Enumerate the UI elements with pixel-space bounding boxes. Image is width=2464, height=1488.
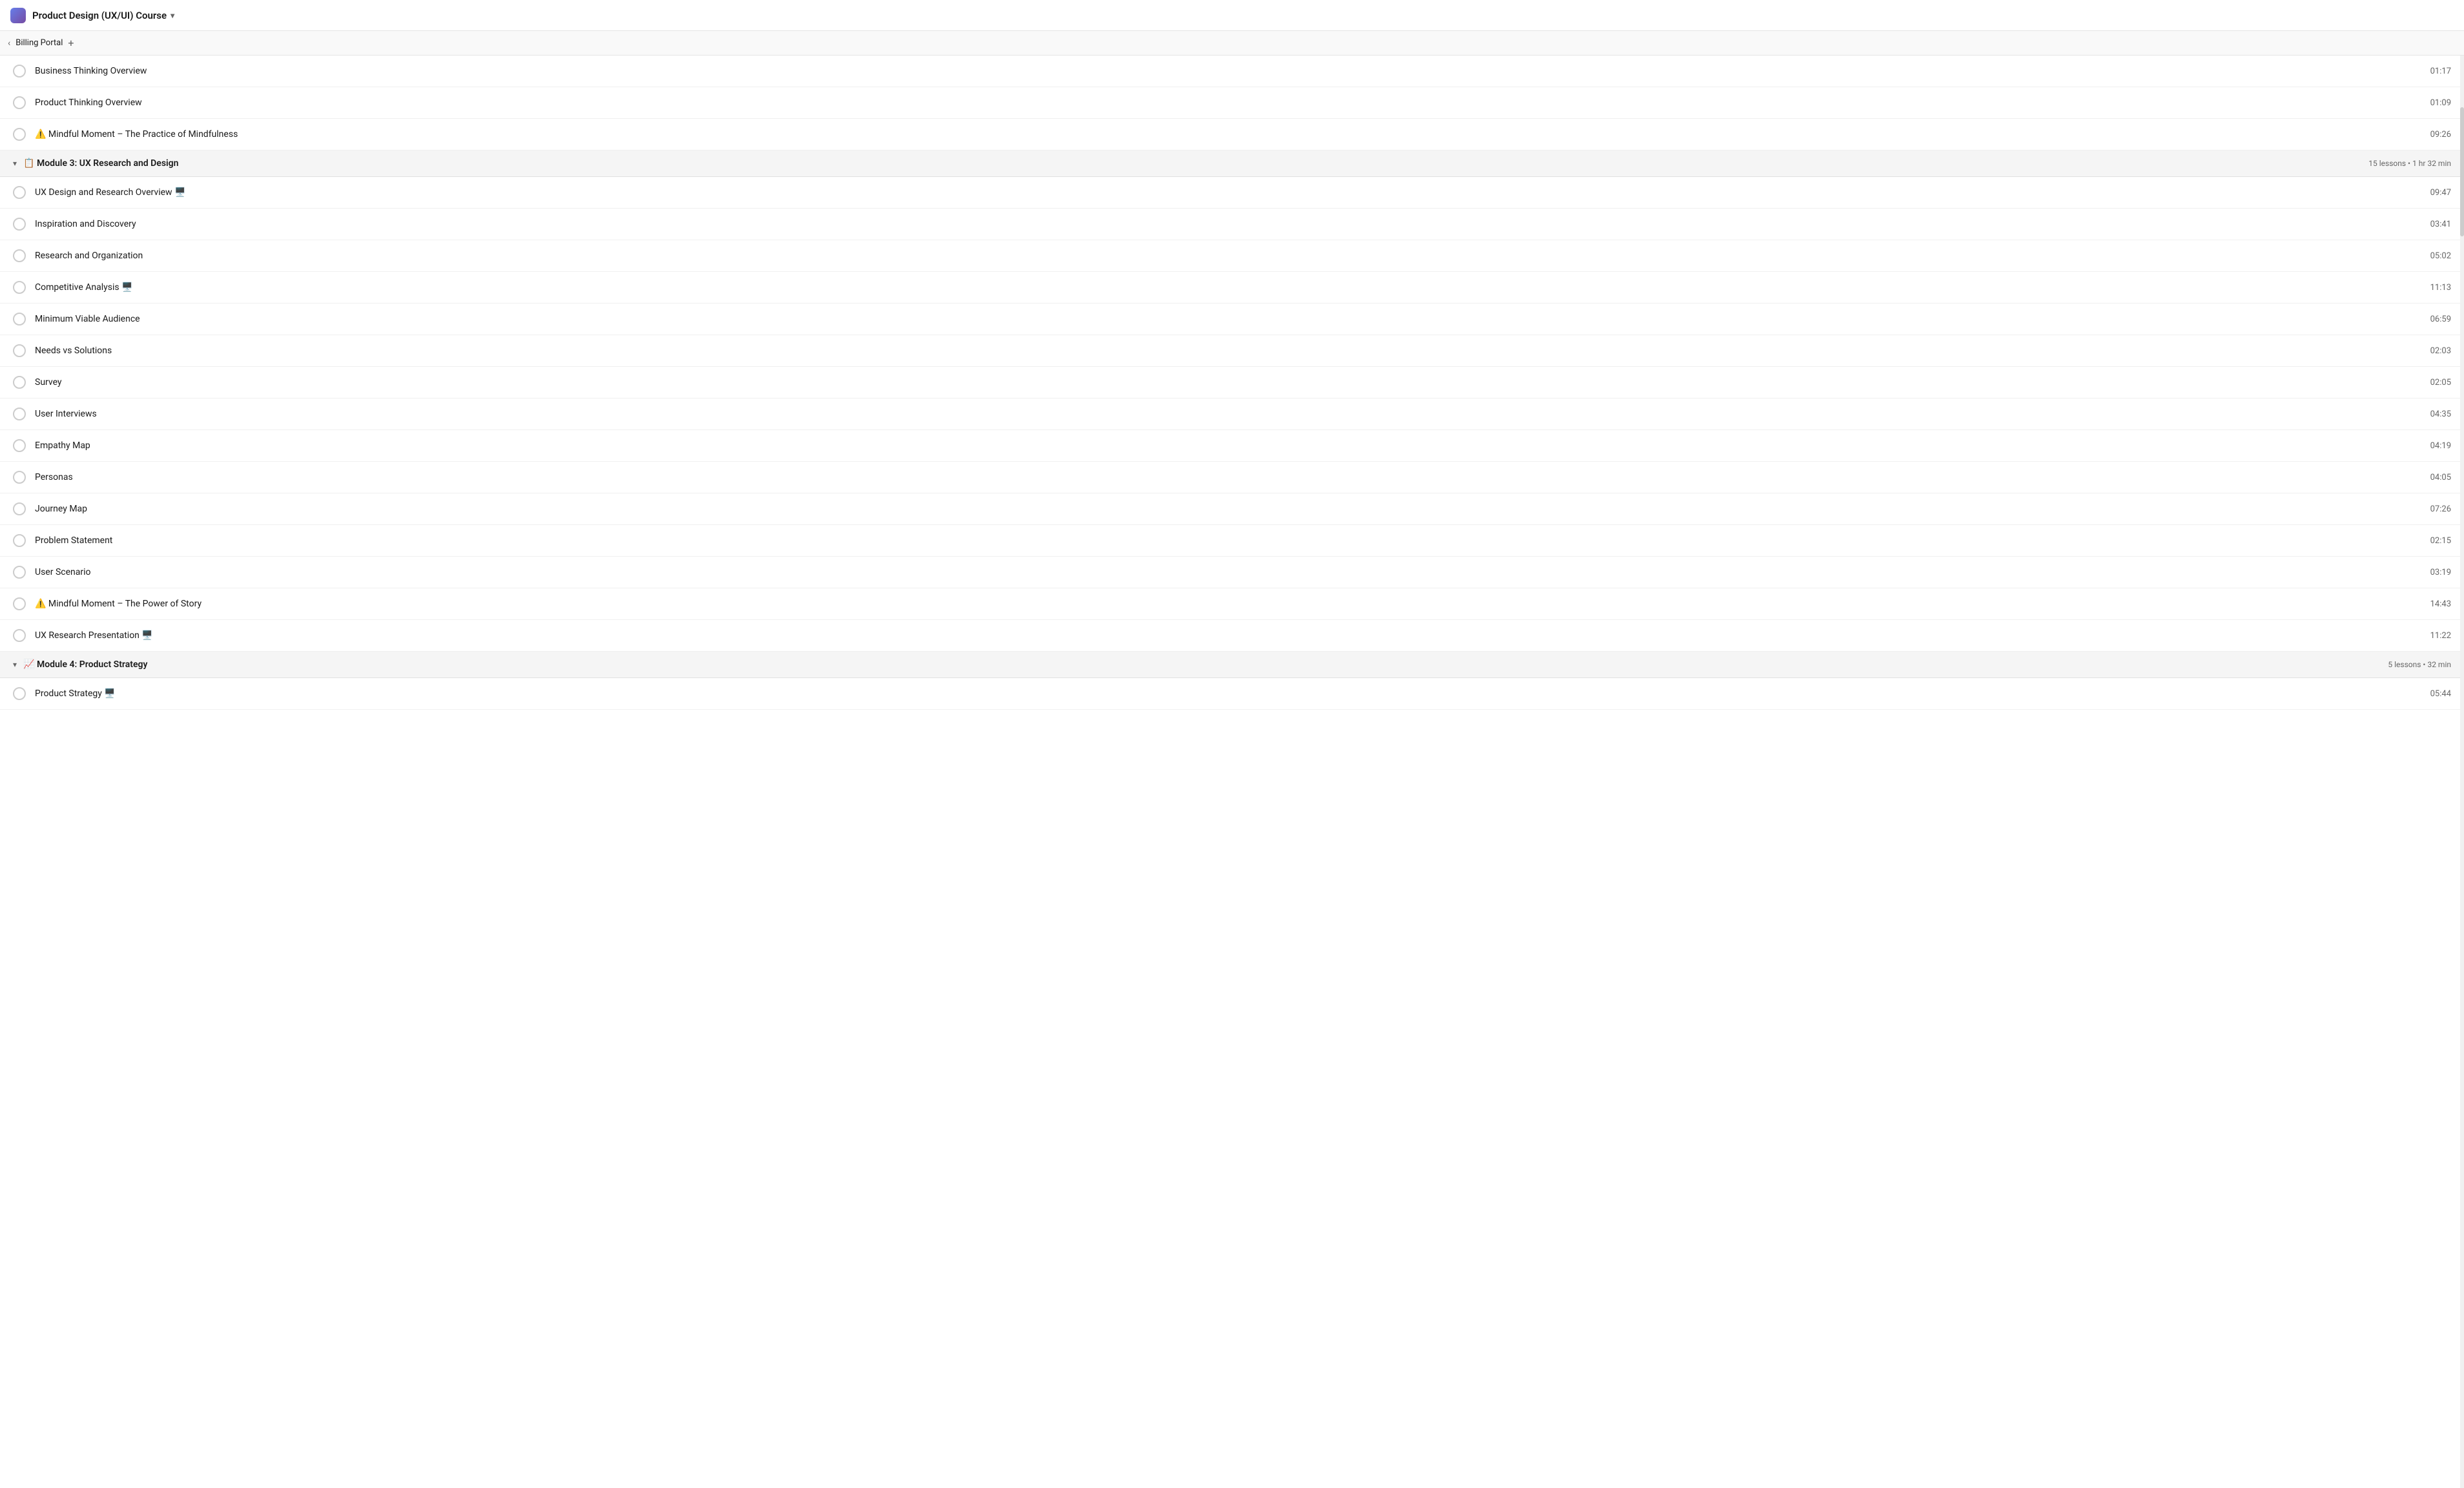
- app-icon: [10, 8, 26, 23]
- lesson-title: Needs vs Solutions: [35, 346, 2418, 356]
- list-item[interactable]: UX Design and Research Overview 🖥️ 09:47: [0, 177, 2464, 209]
- lesson-title: User Scenario: [35, 567, 2418, 577]
- list-item[interactable]: Product Thinking Overview 01:09: [0, 87, 2464, 119]
- lesson-duration: 11:13: [2428, 283, 2451, 293]
- lesson-title: Minimum Viable Audience: [35, 314, 2418, 324]
- lesson-title: UX Research Presentation 🖥️: [35, 630, 2418, 641]
- list-item[interactable]: Competitive Analysis 🖥️ 11:13: [0, 272, 2464, 304]
- billing-portal-tab[interactable]: Billing Portal: [16, 38, 63, 48]
- scrollbar-thumb[interactable]: [2460, 107, 2464, 236]
- list-item[interactable]: Product Strategy 🖥️ 05:44: [0, 678, 2464, 710]
- list-item[interactable]: Research and Organization 05:02: [0, 240, 2464, 272]
- list-item[interactable]: ⚠️ Mindful Moment – The Practice of Mind…: [0, 119, 2464, 150]
- lesson-title: Empathy Map: [35, 440, 2418, 451]
- lesson-completion-circle: [13, 566, 26, 579]
- list-item[interactable]: Personas 04:05: [0, 462, 2464, 493]
- lesson-duration: 02:05: [2428, 378, 2451, 388]
- module-collapse-icon: ▾: [13, 660, 17, 669]
- lesson-completion-circle: [13, 376, 26, 389]
- lesson-completion-circle: [13, 687, 26, 700]
- list-item[interactable]: Business Thinking Overview 01:17: [0, 56, 2464, 87]
- list-item[interactable]: UX Research Presentation 🖥️ 11:22: [0, 620, 2464, 652]
- list-item[interactable]: User Scenario 03:19: [0, 557, 2464, 588]
- lesson-duration: 07:26: [2428, 504, 2451, 514]
- list-item[interactable]: Inspiration and Discovery 03:41: [0, 209, 2464, 240]
- lesson-duration: 14:43: [2428, 599, 2451, 609]
- lesson-duration: 04:05: [2428, 473, 2451, 482]
- lesson-title: Product Thinking Overview: [35, 98, 2418, 108]
- lesson-title: UX Design and Research Overview 🖥️: [35, 187, 2418, 198]
- scrollbar-track[interactable]: [2460, 56, 2464, 1488]
- list-item[interactable]: Journey Map 07:26: [0, 493, 2464, 525]
- lesson-duration: 09:47: [2428, 188, 2451, 198]
- lesson-duration: 04:19: [2428, 441, 2451, 451]
- lesson-completion-circle: [13, 218, 26, 231]
- lesson-title: Journey Map: [35, 504, 2418, 514]
- module-4-header[interactable]: ▾ 📈 Module 4: Product Strategy 5 lessons…: [0, 652, 2464, 678]
- list-item[interactable]: Problem Statement 02:15: [0, 525, 2464, 557]
- lesson-title: ⚠️ Mindful Moment – The Power of Story: [35, 599, 2418, 609]
- lesson-completion-circle: [13, 186, 26, 199]
- lesson-title: Competitive Analysis 🖥️: [35, 282, 2418, 293]
- lesson-completion-circle: [13, 344, 26, 357]
- lesson-title: User Interviews: [35, 409, 2418, 419]
- lesson-title: Problem Statement: [35, 535, 2418, 546]
- list-item[interactable]: ⚠️ Mindful Moment – The Power of Story 1…: [0, 588, 2464, 620]
- add-tab-button[interactable]: +: [68, 37, 74, 49]
- lesson-completion-circle: [13, 128, 26, 141]
- course-title[interactable]: Product Design (UX/UI) Course ▾: [32, 10, 174, 21]
- lesson-duration: 05:44: [2428, 689, 2451, 699]
- lesson-duration: 01:17: [2428, 67, 2451, 76]
- list-item[interactable]: Survey 02:05: [0, 367, 2464, 398]
- module-3-title: 📋 Module 3: UX Research and Design: [23, 158, 2368, 169]
- lesson-duration: 02:15: [2428, 536, 2451, 546]
- lesson-completion-circle: [13, 249, 26, 262]
- list-item[interactable]: User Interviews 04:35: [0, 398, 2464, 430]
- lesson-completion-circle: [13, 281, 26, 294]
- lesson-duration: 05:02: [2428, 251, 2451, 261]
- lesson-duration: 09:26: [2428, 130, 2451, 140]
- lesson-title: ⚠️ Mindful Moment – The Practice of Mind…: [35, 129, 2418, 140]
- lesson-completion-circle: [13, 597, 26, 610]
- lesson-duration: 04:35: [2428, 409, 2451, 419]
- module-3-meta: 15 lessons • 1 hr 32 min: [2368, 159, 2451, 168]
- course-title-text: Product Design (UX/UI) Course: [32, 10, 167, 21]
- lesson-completion-circle: [13, 629, 26, 642]
- lesson-completion-circle: [13, 534, 26, 547]
- lesson-title: Personas: [35, 472, 2418, 482]
- breadcrumb-bar: ‹ Billing Portal +: [0, 31, 2464, 56]
- module-3-header[interactable]: ▾ 📋 Module 3: UX Research and Design 15 …: [0, 150, 2464, 177]
- lesson-title: Research and Organization: [35, 251, 2418, 261]
- lesson-duration: 03:19: [2428, 568, 2451, 577]
- lesson-completion-circle: [13, 439, 26, 452]
- lesson-completion-circle: [13, 408, 26, 420]
- lesson-duration: 11:22: [2428, 631, 2451, 641]
- lesson-duration: 02:03: [2428, 346, 2451, 356]
- lesson-completion-circle: [13, 502, 26, 515]
- lesson-completion-circle: [13, 96, 26, 109]
- list-item[interactable]: Empathy Map 04:19: [0, 430, 2464, 462]
- lesson-title: Business Thinking Overview: [35, 66, 2418, 76]
- module-4-title: 📈 Module 4: Product Strategy: [23, 659, 2388, 670]
- content-area: Business Thinking Overview 01:17 Product…: [0, 56, 2464, 710]
- lesson-completion-circle: [13, 471, 26, 484]
- lesson-duration: 01:09: [2428, 98, 2451, 108]
- lesson-completion-circle: [13, 65, 26, 78]
- lesson-duration: 03:41: [2428, 220, 2451, 229]
- top-bar: Product Design (UX/UI) Course ▾: [0, 0, 2464, 31]
- lesson-title: Inspiration and Discovery: [35, 219, 2418, 229]
- lesson-completion-circle: [13, 313, 26, 326]
- lesson-title: Survey: [35, 377, 2418, 388]
- list-item[interactable]: Minimum Viable Audience 06:59: [0, 304, 2464, 335]
- module-4-meta: 5 lessons • 32 min: [2388, 660, 2451, 669]
- lesson-title: Product Strategy 🖥️: [35, 688, 2418, 699]
- module-collapse-icon: ▾: [13, 159, 17, 168]
- back-button[interactable]: ‹: [8, 38, 10, 48]
- lesson-duration: 06:59: [2428, 315, 2451, 324]
- list-item[interactable]: Needs vs Solutions 02:03: [0, 335, 2464, 367]
- course-dropdown-icon[interactable]: ▾: [171, 11, 174, 20]
